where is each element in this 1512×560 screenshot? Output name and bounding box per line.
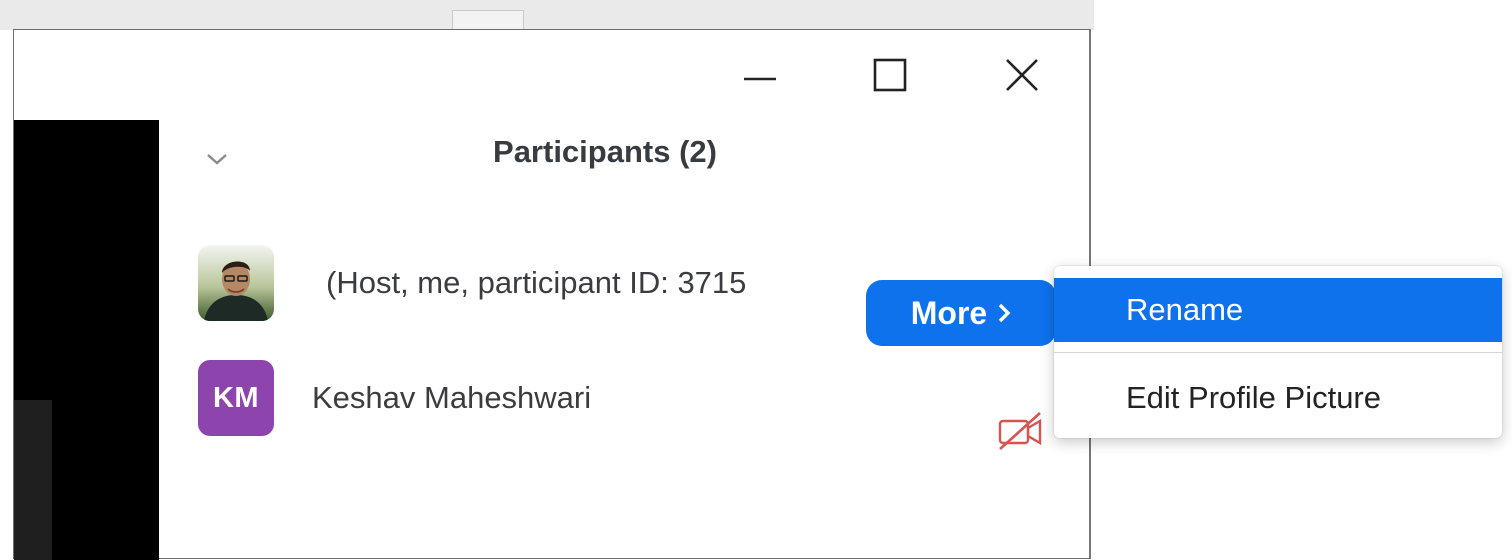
close-button[interactable]: [998, 54, 1046, 96]
menu-item-label: Edit Profile Picture: [1126, 380, 1381, 415]
video-thumbnail: [14, 400, 52, 560]
menu-item-label: Rename: [1126, 292, 1244, 327]
minimize-icon: [744, 77, 776, 81]
avatar: [198, 245, 274, 321]
avatar: KM: [198, 360, 274, 436]
participant-name: Keshav Maheshwari: [312, 380, 592, 415]
video-off-icon: [994, 406, 1048, 456]
menu-item-edit-profile-picture[interactable]: Edit Profile Picture: [1054, 366, 1502, 430]
more-button[interactable]: More: [866, 280, 1056, 346]
maximize-icon: [873, 58, 907, 92]
desktop-background: [0, 0, 1100, 30]
menu-item-rename[interactable]: Rename: [1054, 278, 1502, 342]
maximize-button[interactable]: [866, 54, 914, 96]
menu-divider: [1054, 352, 1502, 353]
profile-photo: [198, 245, 274, 321]
participants-title: Participants (2): [493, 134, 717, 169]
collapse-participants-button[interactable]: [202, 145, 232, 173]
more-button-label: More: [910, 294, 988, 331]
chevron-right-icon: [997, 302, 1011, 324]
participant-context-menu: Rename Edit Profile Picture: [1054, 266, 1502, 438]
video-area: [14, 120, 159, 560]
participant-row[interactable]: KM Keshav Maheshwari: [198, 360, 1078, 440]
chevron-down-icon: [207, 154, 227, 165]
participant-name: (Host, me, participant ID: 3715: [326, 265, 747, 300]
close-icon: [1006, 59, 1038, 91]
minimize-button[interactable]: [736, 54, 784, 96]
